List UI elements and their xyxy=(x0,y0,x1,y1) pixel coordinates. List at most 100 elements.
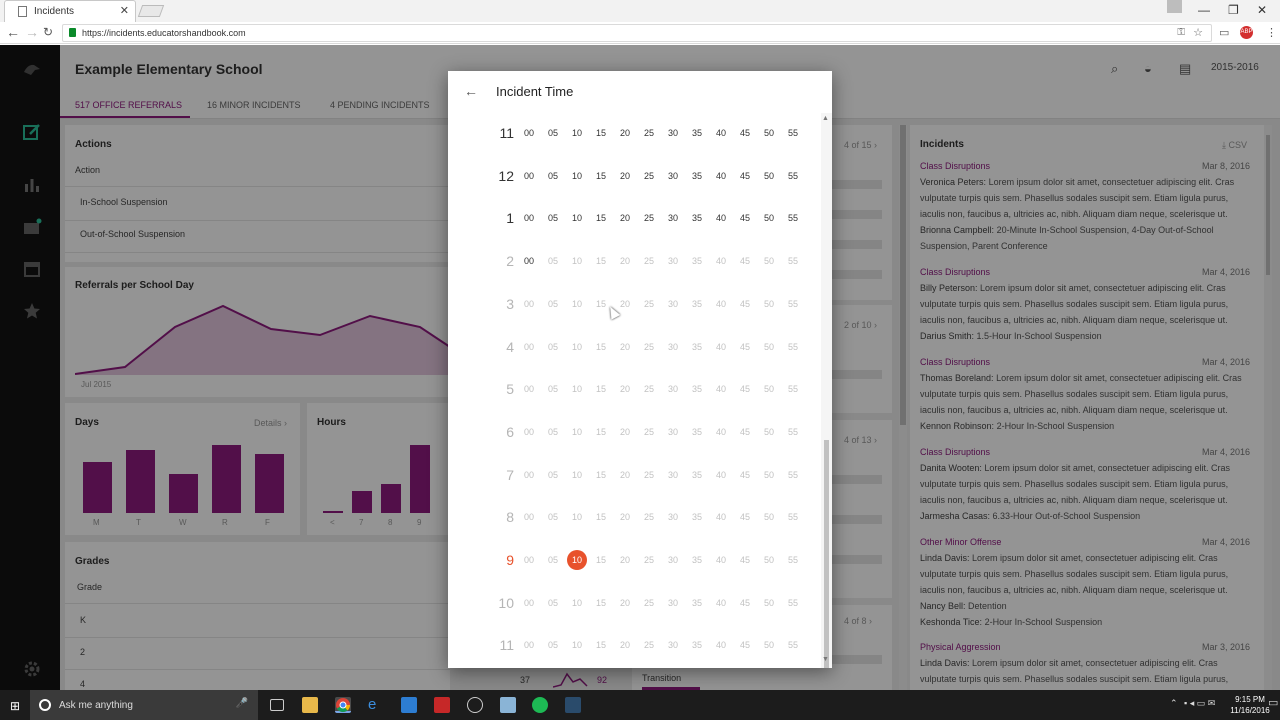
minute-option[interactable]: 00 xyxy=(517,624,541,666)
minute-option[interactable]: 40 xyxy=(709,368,733,410)
minute-option[interactable]: 50 xyxy=(757,454,781,496)
task-view-icon[interactable] xyxy=(270,699,284,711)
minute-option[interactable]: 05 xyxy=(541,197,565,239)
minute-option[interactable]: 00 xyxy=(517,582,541,624)
minute-option[interactable]: 50 xyxy=(757,155,781,197)
minute-option[interactable]: 15 xyxy=(589,326,613,368)
minute-option[interactable]: 00 xyxy=(517,411,541,453)
minute-option[interactable]: 25 xyxy=(637,582,661,624)
minute-option[interactable]: 00 xyxy=(517,283,541,325)
steam-icon[interactable] xyxy=(565,697,581,713)
minute-option[interactable]: 45 xyxy=(733,539,757,581)
minute-option[interactable]: 00 xyxy=(517,368,541,410)
minute-option[interactable]: 35 xyxy=(685,624,709,666)
minute-option[interactable]: 35 xyxy=(685,539,709,581)
minute-option[interactable]: 40 xyxy=(709,326,733,368)
minute-option[interactable]: 10 xyxy=(565,496,589,538)
minute-option[interactable]: 45 xyxy=(733,155,757,197)
minute-option[interactable]: 50 xyxy=(757,326,781,368)
minute-option[interactable]: 25 xyxy=(637,539,661,581)
minute-option[interactable]: 05 xyxy=(541,155,565,197)
minute-option[interactable]: 00 xyxy=(517,454,541,496)
dialog-scrollbar-thumb[interactable] xyxy=(824,440,829,668)
minute-option[interactable]: 15 xyxy=(589,112,613,154)
minute-option[interactable]: 40 xyxy=(709,539,733,581)
minute-option[interactable]: 45 xyxy=(733,240,757,282)
minute-option[interactable]: 45 xyxy=(733,454,757,496)
minute-option[interactable]: 25 xyxy=(637,326,661,368)
address-bar[interactable]: https://incidents.educatorshandbook.com … xyxy=(62,24,1212,42)
minute-option[interactable]: 30 xyxy=(661,496,685,538)
file-explorer-icon[interactable] xyxy=(302,697,318,713)
minute-option[interactable]: 20 xyxy=(613,112,637,154)
minute-option[interactable]: 30 xyxy=(661,283,685,325)
minute-option[interactable]: 15 xyxy=(589,624,613,666)
forward-icon[interactable]: → xyxy=(25,24,39,40)
minute-option[interactable]: 05 xyxy=(541,326,565,368)
minute-option[interactable]: 35 xyxy=(685,496,709,538)
minute-option[interactable]: 25 xyxy=(637,197,661,239)
minute-option[interactable]: 20 xyxy=(613,197,637,239)
minute-option[interactable]: 40 xyxy=(709,411,733,453)
minute-option[interactable]: 50 xyxy=(757,283,781,325)
minute-option[interactable]: 55 xyxy=(781,582,805,624)
minute-option[interactable]: 10 xyxy=(565,411,589,453)
minute-option[interactable]: 35 xyxy=(685,283,709,325)
tray-icons[interactable]: ▪ ◂ ▭ ✉ xyxy=(1184,698,1215,709)
minute-option[interactable]: 30 xyxy=(661,624,685,666)
minute-option[interactable]: 45 xyxy=(733,368,757,410)
minute-option[interactable]: 50 xyxy=(757,582,781,624)
minute-option[interactable]: 05 xyxy=(541,496,565,538)
profile-icon[interactable] xyxy=(1167,0,1182,13)
app-icon-red[interactable] xyxy=(434,697,450,713)
minute-option[interactable]: 05 xyxy=(541,454,565,496)
reload-icon[interactable]: ↻ xyxy=(43,25,53,39)
minute-option[interactable]: 35 xyxy=(685,454,709,496)
minute-option[interactable]: 55 xyxy=(781,155,805,197)
minute-option[interactable]: 50 xyxy=(757,197,781,239)
restore-icon[interactable]: ❐ xyxy=(1228,3,1239,17)
minute-option[interactable]: 50 xyxy=(757,411,781,453)
minute-option[interactable]: 55 xyxy=(781,240,805,282)
minute-option[interactable]: 55 xyxy=(781,283,805,325)
minute-option[interactable]: 20 xyxy=(613,411,637,453)
minute-option[interactable]: 20 xyxy=(613,155,637,197)
spotify-icon[interactable] xyxy=(532,697,548,713)
minute-option[interactable]: 05 xyxy=(541,368,565,410)
minute-option[interactable]: 50 xyxy=(757,624,781,666)
app-icon-blue[interactable] xyxy=(401,697,417,713)
minute-option[interactable]: 10 xyxy=(565,283,589,325)
minute-option[interactable]: 15 xyxy=(589,411,613,453)
minute-option[interactable]: 55 xyxy=(781,326,805,368)
edge-icon[interactable]: e xyxy=(368,696,384,713)
minute-option[interactable]: 20 xyxy=(613,582,637,624)
selected-minute-button[interactable]: 10 xyxy=(567,550,587,570)
minute-option[interactable]: 25 xyxy=(637,368,661,410)
minimize-icon[interactable]: — xyxy=(1198,3,1210,17)
minute-option[interactable]: 25 xyxy=(637,454,661,496)
minute-option[interactable]: 25 xyxy=(637,155,661,197)
minute-option[interactable]: 55 xyxy=(781,496,805,538)
minute-option[interactable]: 10 xyxy=(565,197,589,239)
minute-option[interactable]: 15 xyxy=(589,283,613,325)
adblock-icon[interactable]: ABP xyxy=(1240,26,1253,39)
minute-option[interactable]: 25 xyxy=(637,112,661,154)
minute-option[interactable]: 00 xyxy=(517,240,541,282)
minute-option[interactable]: 30 xyxy=(661,240,685,282)
minute-option[interactable]: 45 xyxy=(733,112,757,154)
minute-option[interactable]: 55 xyxy=(781,197,805,239)
minute-option[interactable]: 55 xyxy=(781,454,805,496)
minute-option[interactable]: 55 xyxy=(781,411,805,453)
chrome-icon[interactable] xyxy=(335,697,351,713)
minute-option[interactable]: 40 xyxy=(709,624,733,666)
minute-option[interactable]: 10 xyxy=(565,454,589,496)
minute-option[interactable]: 40 xyxy=(709,496,733,538)
minute-option[interactable]: 30 xyxy=(661,197,685,239)
minute-option[interactable]: 10 xyxy=(565,582,589,624)
minute-option[interactable]: 55 xyxy=(781,624,805,666)
minute-option[interactable]: 00 xyxy=(517,326,541,368)
minute-option[interactable]: 00 xyxy=(517,496,541,538)
cortana-search-box[interactable]: Ask me anything 🎤 xyxy=(30,690,258,720)
minute-option[interactable]: 20 xyxy=(613,326,637,368)
app-icon-circle[interactable] xyxy=(467,697,483,713)
